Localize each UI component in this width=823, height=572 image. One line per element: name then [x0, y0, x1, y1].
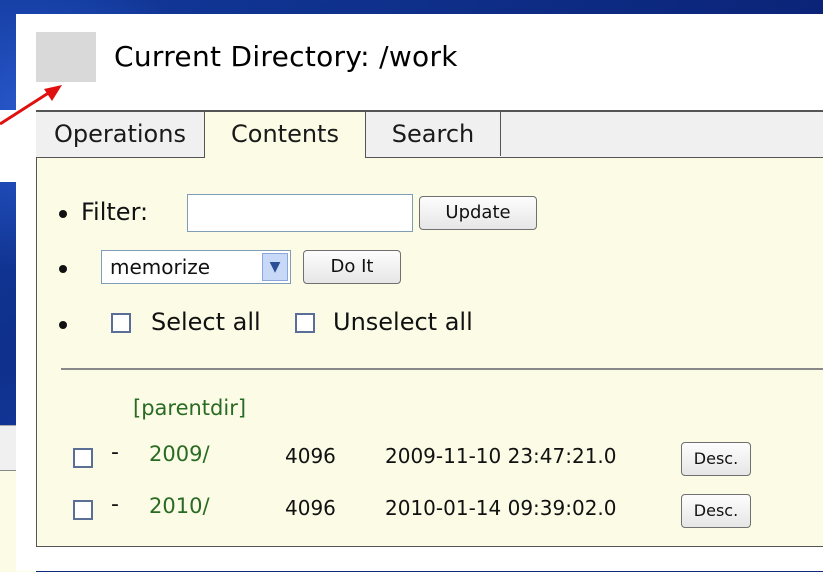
action-select-value: memorize [110, 255, 211, 279]
row-name-link[interactable]: 2010/ [149, 494, 210, 518]
desc-button[interactable]: Desc. [681, 494, 751, 528]
chevron-down-icon[interactable]: ▼ [262, 253, 288, 281]
tab-search[interactable]: Search [366, 112, 501, 156]
logo-placeholder [36, 32, 96, 82]
bullet [59, 210, 67, 218]
row-size: 4096 [285, 444, 336, 468]
page-title: Current Directory: /work [114, 40, 458, 73]
row-name-link[interactable]: 2009/ [149, 442, 210, 466]
row-modified: 2010-01-14 09:39:02.0 [385, 496, 617, 520]
tab-contents[interactable]: Contents [204, 112, 366, 158]
file-manager-window: Current Directory: /work Operations Cont… [16, 14, 823, 571]
bullet [59, 265, 67, 273]
filter-input[interactable] [187, 194, 413, 232]
bullet [59, 321, 67, 329]
section-divider [61, 368, 823, 370]
desc-button[interactable]: Desc. [681, 442, 751, 476]
unselect-all-label[interactable]: Unselect all [333, 308, 473, 336]
select-all-checkbox[interactable] [111, 313, 131, 333]
contents-panel: Filter: Update memorize ▼ Do It Select a… [36, 158, 823, 547]
row-dash: - [111, 440, 119, 465]
filter-label: Filter: [81, 198, 149, 226]
row-checkbox[interactable] [73, 448, 93, 468]
row-size: 4096 [285, 496, 336, 520]
update-button[interactable]: Update [419, 196, 537, 230]
tab-bar: Operations Contents Search [36, 112, 823, 158]
tab-operations-label: Operations [54, 120, 186, 148]
do-it-button[interactable]: Do It [303, 250, 401, 284]
unselect-all-checkbox[interactable] [295, 313, 315, 333]
row-checkbox[interactable] [73, 500, 93, 520]
page-header: Current Directory: /work [16, 14, 823, 94]
action-select[interactable]: memorize ▼ [101, 250, 291, 284]
row-modified: 2009-11-10 23:47:21.0 [385, 444, 617, 468]
tab-contents-label: Contents [231, 120, 339, 148]
parent-dir-link[interactable]: [parentdir] [133, 396, 246, 420]
select-all-label[interactable]: Select all [151, 308, 261, 336]
red-arrow-annotation [0, 85, 62, 126]
row-dash: - [111, 492, 119, 517]
tab-search-label: Search [391, 120, 475, 148]
